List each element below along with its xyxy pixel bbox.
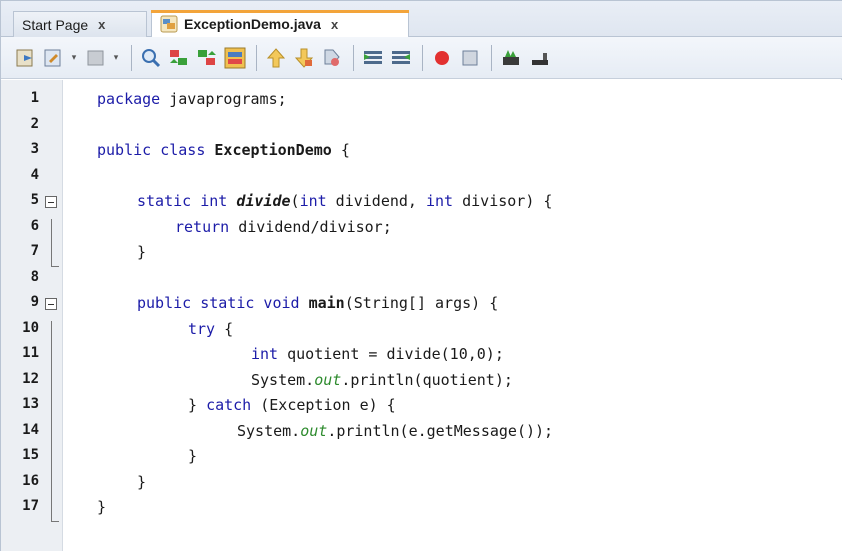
code-line: 2 — [1, 114, 842, 140]
close-icon[interactable]: x — [98, 17, 105, 32]
code-line: 5 static int divide(int dividend, int di… — [1, 190, 842, 216]
code-text: try { — [188, 319, 234, 338]
code-line: 13 } catch (Exception e) { — [1, 394, 842, 420]
chevron-down-icon[interactable]: ▾ — [111, 45, 121, 71]
code-text: } catch (Exception e) { — [188, 396, 396, 414]
chevron-down-icon[interactable]: ▾ — [69, 45, 79, 71]
java-file-icon — [160, 15, 178, 33]
toggle-bookmark-icon[interactable] — [319, 45, 345, 71]
code-text: static int divide(int dividend, int divi… — [137, 192, 553, 210]
fold-toggle-icon[interactable] — [45, 298, 57, 310]
code-text: } — [97, 498, 107, 516]
line-number: 7 — [30, 243, 39, 259]
code-line: 4 — [1, 165, 842, 191]
code-line: 3 public class ExceptionDemo { — [1, 139, 842, 165]
line-number: 15 — [22, 447, 39, 463]
code-line: 17 } — [1, 496, 842, 522]
find-icon[interactable] — [138, 45, 164, 71]
line-number: 17 — [22, 498, 39, 514]
line-number: 4 — [30, 166, 39, 183]
code-text: System.out.println(quotient); — [251, 370, 513, 389]
active-tab-accent — [151, 10, 409, 13]
tab-bar: Start Page x ExceptionDemo.java x — [1, 1, 842, 37]
code-line: 7 } — [1, 241, 842, 267]
last-edit-icon[interactable] — [41, 45, 67, 71]
code-text: int quotient = divide(10,0); — [251, 345, 504, 363]
code-text: package javaprograms; — [97, 90, 287, 108]
code-line: 6 return dividend/divisor; — [1, 216, 842, 242]
code-text: public class ExceptionDemo { — [97, 141, 350, 159]
start-recording-icon[interactable] — [498, 45, 524, 71]
toggle-highlight-icon[interactable] — [222, 45, 248, 71]
comment-icon[interactable] — [526, 45, 552, 71]
find-next-icon[interactable] — [194, 45, 220, 71]
shift-left-icon[interactable] — [360, 45, 386, 71]
previous-bookmark-icon[interactable] — [263, 45, 289, 71]
line-number: 10 — [22, 319, 39, 336]
code-editor[interactable]: 1 package javaprograms; 2 3 public class… — [1, 80, 842, 551]
line-number: 14 — [22, 421, 39, 438]
toolbar-separator — [353, 44, 354, 71]
line-number: 8 — [30, 268, 39, 285]
editor-toolbar: ▾ ▾ — [1, 37, 842, 79]
line-number: 6 — [30, 217, 39, 234]
tab-label: ExceptionDemo.java — [184, 16, 321, 32]
line-number: 3 — [30, 141, 39, 157]
code-line: 9 public static void main(String[] args)… — [1, 292, 842, 318]
tab-start-page[interactable]: Start Page x — [13, 11, 147, 37]
next-bookmark-icon[interactable] — [291, 45, 317, 71]
record-macro-icon[interactable] — [429, 45, 455, 71]
close-icon[interactable]: x — [331, 17, 338, 32]
go-to-source-icon[interactable] — [13, 45, 39, 71]
code-line: 12 System.out.println(quotient); — [1, 369, 842, 395]
toolbar-separator — [256, 44, 257, 71]
back-icon[interactable] — [83, 45, 109, 71]
line-number: 11 — [22, 345, 39, 361]
code-line: 1 package javaprograms; — [1, 88, 842, 114]
line-number: 1 — [30, 90, 39, 106]
editor-window: Start Page x ExceptionDemo.java x ▾ ▾ 1 … — [0, 0, 842, 551]
line-number: 2 — [30, 115, 39, 132]
code-line: 14 System.out.println(e.getMessage()); — [1, 420, 842, 446]
line-number: 12 — [22, 370, 39, 387]
toolbar-separator — [491, 44, 492, 71]
code-line: 15 } — [1, 445, 842, 471]
tab-label: Start Page — [22, 16, 89, 33]
code-text: System.out.println(e.getMessage()); — [237, 421, 554, 440]
code-text: } — [137, 243, 147, 261]
code-line: 8 — [1, 267, 842, 293]
toolbar-separator — [131, 44, 132, 71]
code-text: } — [137, 472, 147, 491]
stop-macro-icon[interactable] — [457, 45, 483, 71]
code-text: public static void main(String[] args) { — [137, 294, 499, 312]
line-number: 13 — [22, 396, 39, 412]
fold-toggle-icon[interactable] — [45, 196, 57, 208]
tab-exceptiondemo-java[interactable]: ExceptionDemo.java x — [151, 10, 409, 37]
toolbar-separator — [422, 44, 423, 71]
code-line: 11 int quotient = divide(10,0); — [1, 343, 842, 369]
shift-right-icon[interactable] — [388, 45, 414, 71]
code-text: } — [188, 447, 198, 465]
find-previous-icon[interactable] — [166, 45, 192, 71]
code-line: 16 } — [1, 471, 842, 497]
code-line: 10 try { — [1, 318, 842, 344]
line-number: 16 — [22, 472, 39, 489]
code-text: return dividend/divisor; — [175, 217, 392, 236]
line-number: 9 — [30, 294, 39, 310]
line-number: 5 — [30, 192, 39, 208]
